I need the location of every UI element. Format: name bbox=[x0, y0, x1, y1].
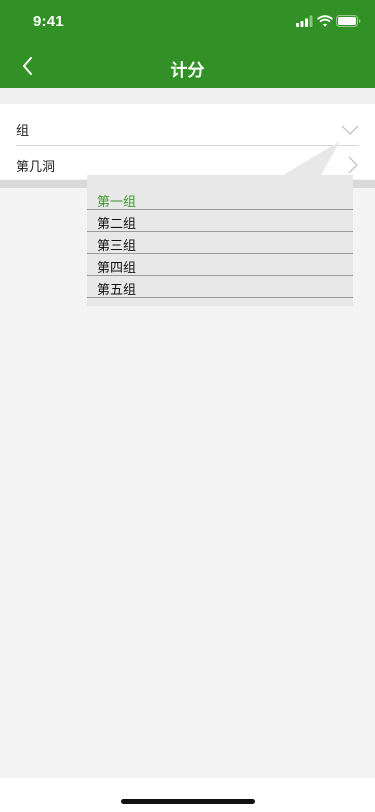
option-label: 第二组 bbox=[97, 217, 137, 232]
page-title: 计分 bbox=[170, 61, 205, 81]
dropdown-option[interactable]: 第三组 bbox=[87, 232, 353, 254]
dropdown-option[interactable]: 第四组 bbox=[87, 254, 353, 276]
hole-label: 第几洞 bbox=[16, 160, 56, 175]
status-time: 9:41 bbox=[33, 13, 64, 30]
navigation-header: 9:41 计分 bbox=[0, 0, 375, 88]
option-label: 第四组 bbox=[97, 261, 137, 276]
dropdown-option[interactable]: 第五组 bbox=[87, 276, 353, 298]
dropdown-option[interactable]: 第二组 bbox=[87, 210, 353, 232]
chevron-right-icon bbox=[348, 156, 358, 174]
option-label: 第一组 bbox=[97, 195, 137, 210]
option-divider bbox=[87, 297, 353, 298]
header-divider bbox=[0, 88, 375, 104]
home-indicator[interactable] bbox=[121, 799, 255, 804]
option-label: 第五组 bbox=[97, 283, 137, 298]
group-label: 组 bbox=[16, 124, 30, 139]
option-label: 第三组 bbox=[97, 239, 137, 254]
group-dropdown: 第一组 第二组 第三组 第四组 第五组 bbox=[87, 175, 353, 306]
battery-icon bbox=[336, 15, 361, 27]
bottom-safe-area bbox=[0, 778, 375, 812]
dropdown-pointer bbox=[280, 141, 340, 177]
chevron-down-icon bbox=[341, 125, 359, 135]
wifi-icon bbox=[317, 15, 333, 27]
signal-icon bbox=[296, 15, 313, 27]
dropdown-option[interactable]: 第一组 bbox=[87, 188, 353, 210]
